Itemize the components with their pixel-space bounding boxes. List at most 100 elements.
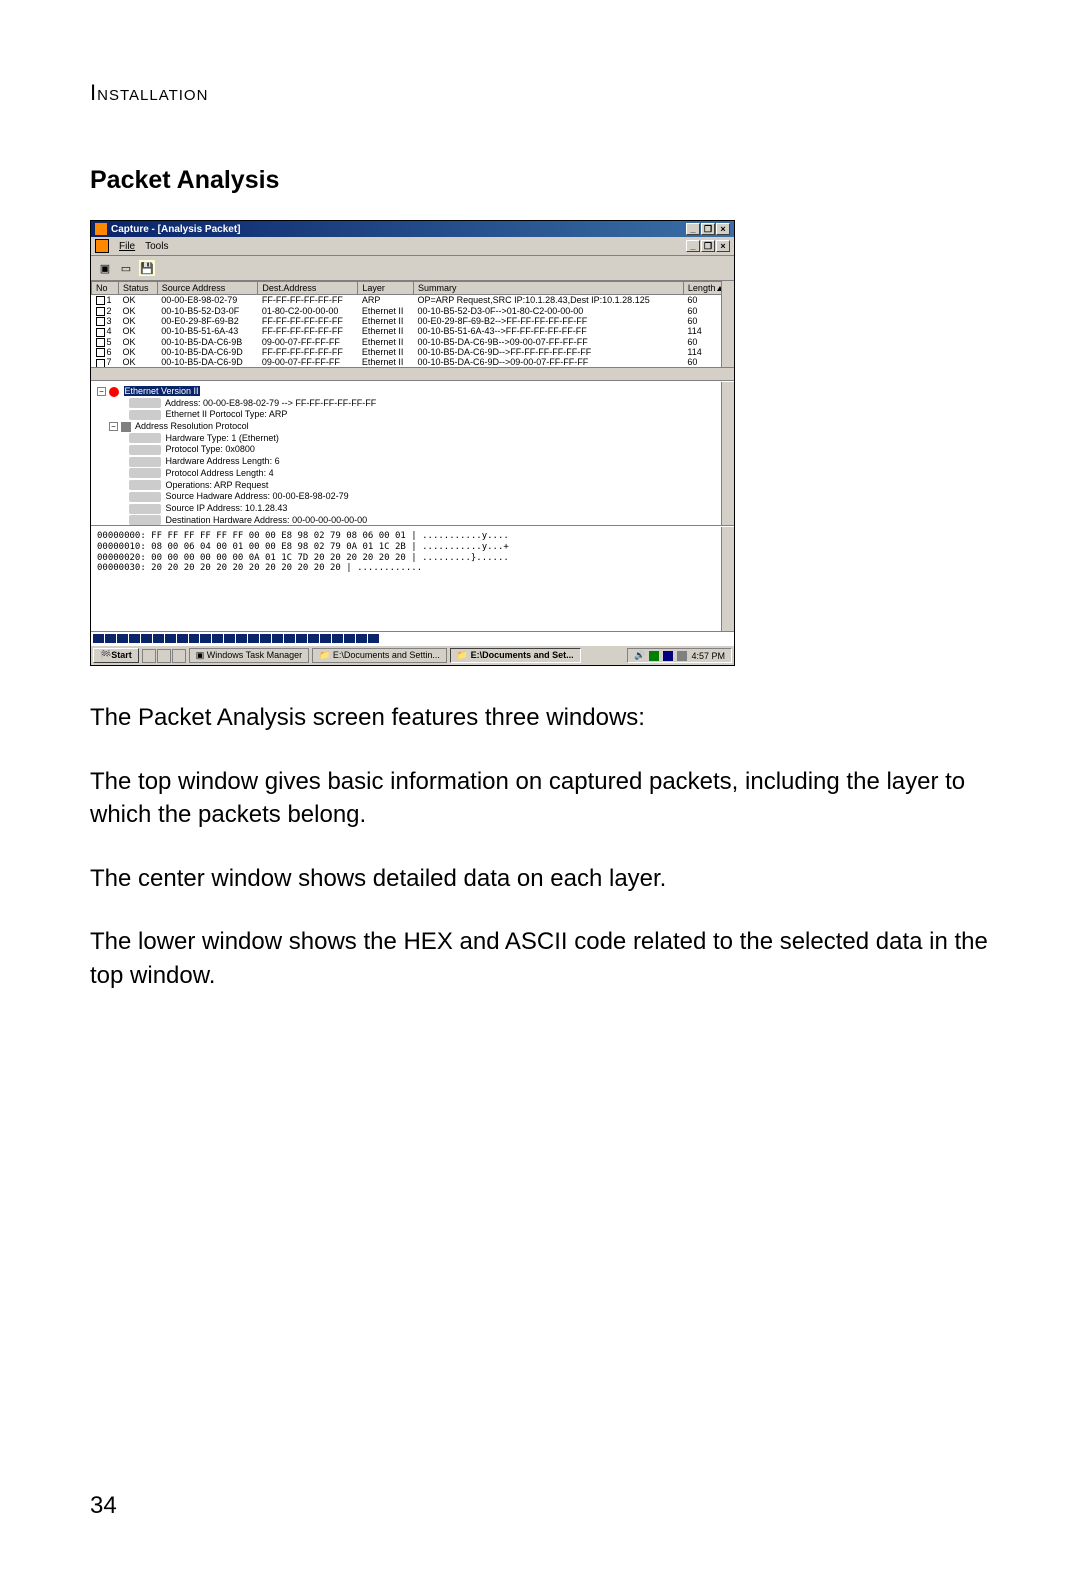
leaf-icon bbox=[129, 433, 161, 443]
hex-pane[interactable]: 00000000: FF FF FF FF FF FF 00 00 E8 98 … bbox=[91, 526, 734, 631]
paragraph: The center window shows detailed data on… bbox=[90, 862, 990, 896]
tray-net-icon[interactable] bbox=[649, 651, 659, 661]
paragraph: The Packet Analysis screen features thre… bbox=[90, 701, 990, 735]
tree-leaf[interactable]: Source Hadware Address: 00-00-E8-98-02-7… bbox=[97, 491, 728, 503]
progress-bar bbox=[91, 631, 734, 645]
menu-file[interactable]: File bbox=[119, 241, 135, 252]
table-row[interactable]: 5 OK00-10-B5-DA-C6-9B09-00-07-FF-FF-FFEt… bbox=[92, 337, 734, 347]
col-dest[interactable]: Dest.Address bbox=[258, 282, 358, 295]
screenshot-container: Capture - [Analysis Packet] _ ❐ × File T… bbox=[90, 220, 735, 666]
ql-icon[interactable] bbox=[142, 649, 156, 663]
body-text: The Packet Analysis screen features thre… bbox=[90, 701, 990, 993]
tree-leaf[interactable]: Destination Hardware Address: 00-00-00-0… bbox=[97, 515, 728, 526]
collapse-icon[interactable]: − bbox=[109, 422, 118, 431]
minimize-button[interactable]: _ bbox=[686, 223, 700, 235]
quick-launch[interactable] bbox=[142, 649, 186, 663]
tree-leaf[interactable]: Hardware Address Length: 6 bbox=[97, 456, 728, 468]
tree-leaf[interactable]: Protocol Type: 0x0800 bbox=[97, 444, 728, 456]
app-icon bbox=[95, 223, 107, 235]
taskbar-item[interactable]: ▣ Windows Task Manager bbox=[189, 648, 309, 663]
toolbar-btn-1[interactable]: ▣ bbox=[96, 259, 114, 277]
table-row[interactable]: 6 OK00-10-B5-DA-C6-9DFF-FF-FF-FF-FF-FFEt… bbox=[92, 347, 734, 357]
detail-tree-pane[interactable]: − Ethernet Version II Address: 00-00-E8-… bbox=[91, 381, 734, 526]
paragraph: The lower window shows the HEX and ASCII… bbox=[90, 925, 990, 992]
paragraph: The top window gives basic information o… bbox=[90, 765, 990, 832]
taskbar-item-active[interactable]: 📁 E:\Documents and Set... bbox=[450, 648, 581, 663]
tree-root-ethernet[interactable]: − Ethernet Version II bbox=[97, 386, 728, 398]
table-row[interactable]: 3 OK00-E0-29-8F-69-B2FF-FF-FF-FF-FF-FFEt… bbox=[92, 316, 734, 326]
row-checkbox[interactable] bbox=[96, 307, 105, 316]
menu-tools[interactable]: Tools bbox=[145, 241, 168, 252]
row-checkbox[interactable] bbox=[96, 328, 105, 337]
tree-leaf[interactable]: Hardware Type: 1 (Ethernet) bbox=[97, 433, 728, 445]
leaf-icon bbox=[129, 398, 161, 408]
row-checkbox[interactable] bbox=[96, 348, 105, 357]
col-status[interactable]: Status bbox=[118, 282, 157, 295]
page-header: Installation bbox=[90, 80, 990, 106]
ql-icon[interactable] bbox=[157, 649, 171, 663]
tray-volume-icon[interactable]: 🔊 bbox=[634, 650, 645, 661]
tree-leaf[interactable]: Protocol Address Length: 4 bbox=[97, 468, 728, 480]
menu-app-icon bbox=[95, 239, 109, 253]
menubar: File Tools _ ❐ × bbox=[91, 237, 734, 256]
horizontal-scrollbar[interactable] bbox=[91, 367, 734, 380]
collapse-icon[interactable]: − bbox=[97, 387, 106, 396]
tree-arp-label: Address Resolution Protocol bbox=[135, 421, 249, 431]
ql-icon[interactable] bbox=[172, 649, 186, 663]
col-src[interactable]: Source Address bbox=[157, 282, 258, 295]
toolbar-save-icon[interactable]: 💾 bbox=[138, 259, 156, 277]
tree-root-label: Ethernet Version II bbox=[124, 386, 200, 396]
mdi-controls: _ ❐ × bbox=[686, 240, 730, 252]
window-controls: _ ❐ × bbox=[686, 223, 730, 235]
packet-table[interactable]: No Status Source Address Dest.Address La… bbox=[91, 281, 734, 368]
tree-root-arp[interactable]: − Address Resolution Protocol bbox=[97, 421, 728, 433]
close-button[interactable]: × bbox=[716, 223, 730, 235]
system-tray[interactable]: 🔊 4:57 PM bbox=[627, 648, 732, 663]
taskbar: 🏁Start ▣ Windows Task Manager 📁 E:\Docum… bbox=[91, 645, 734, 665]
leaf-icon bbox=[129, 504, 161, 514]
leaf-icon bbox=[129, 457, 161, 467]
clock[interactable]: 4:57 PM bbox=[691, 651, 725, 661]
tray-icon[interactable] bbox=[663, 651, 673, 661]
leaf-icon bbox=[129, 492, 161, 502]
maximize-button[interactable]: ❐ bbox=[701, 223, 715, 235]
start-button[interactable]: 🏁Start bbox=[93, 648, 139, 663]
table-row[interactable]: 2 OK00-10-B5-52-D3-0F01-80-C2-00-00-00Et… bbox=[92, 306, 734, 316]
col-no[interactable]: No bbox=[92, 282, 119, 295]
mdi-maximize-button[interactable]: ❐ bbox=[701, 240, 715, 252]
row-checkbox[interactable] bbox=[96, 317, 105, 326]
window-title: Capture - [Analysis Packet] bbox=[111, 224, 241, 235]
leaf-icon bbox=[129, 515, 161, 525]
tree-leaf[interactable]: Source IP Address: 10.1.28.43 bbox=[97, 503, 728, 515]
node-icon bbox=[121, 422, 131, 432]
toolbar-btn-2[interactable]: ▭ bbox=[117, 259, 135, 277]
leaf-icon bbox=[129, 445, 161, 455]
row-checkbox[interactable] bbox=[96, 296, 105, 305]
mdi-minimize-button[interactable]: _ bbox=[686, 240, 700, 252]
section-title: Packet Analysis bbox=[90, 166, 990, 195]
vertical-scrollbar[interactable] bbox=[721, 382, 734, 525]
table-row[interactable]: 4 OK00-10-B5-51-6A-43FF-FF-FF-FF-FF-FFEt… bbox=[92, 326, 734, 336]
tree-leaf[interactable]: Ethernet II Portocol Type: ARP bbox=[97, 409, 728, 421]
leaf-icon bbox=[129, 410, 161, 420]
mdi-close-button[interactable]: × bbox=[716, 240, 730, 252]
hex-line: 00000030: 20 20 20 20 20 20 20 20 20 20 … bbox=[97, 563, 728, 574]
toolbar: ▣ ▭ 💾 bbox=[91, 256, 734, 281]
hex-line: 00000010: 08 00 06 04 00 01 00 00 E8 98 … bbox=[97, 542, 728, 553]
taskbar-item[interactable]: 📁 E:\Documents and Settin... bbox=[312, 648, 447, 663]
table-row[interactable]: 1 OK00-00-E8-98-02-79FF-FF-FF-FF-FF-FFAR… bbox=[92, 295, 734, 306]
vertical-scrollbar[interactable] bbox=[721, 527, 734, 631]
col-summary[interactable]: Summary bbox=[413, 282, 683, 295]
table-header-row: No Status Source Address Dest.Address La… bbox=[92, 282, 734, 295]
tray-icon[interactable] bbox=[677, 651, 687, 661]
tree-leaf[interactable]: Operations: ARP Request bbox=[97, 480, 728, 492]
hex-line: 00000020: 00 00 00 00 00 00 0A 01 1C 7D … bbox=[97, 553, 728, 564]
progress-fill bbox=[91, 632, 380, 645]
col-layer[interactable]: Layer bbox=[358, 282, 414, 295]
packet-table-pane: No Status Source Address Dest.Address La… bbox=[91, 281, 734, 381]
hex-line: 00000000: FF FF FF FF FF FF 00 00 E8 98 … bbox=[97, 531, 728, 542]
leaf-icon bbox=[129, 468, 161, 478]
row-checkbox[interactable] bbox=[96, 338, 105, 347]
vertical-scrollbar[interactable] bbox=[721, 281, 734, 380]
tree-leaf[interactable]: Address: 00-00-E8-98-02-79 --> FF-FF-FF-… bbox=[97, 398, 728, 410]
